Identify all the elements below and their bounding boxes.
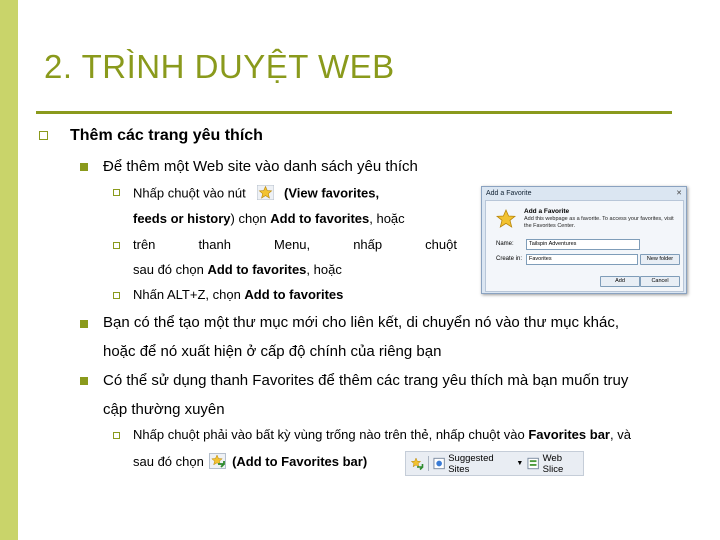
item-line: Nhấp chuột phải vào bất kỳ vùng trống nà… — [133, 427, 631, 442]
left-accent-bar — [0, 0, 18, 540]
item-bold-text: Add to favorites — [244, 287, 344, 302]
bullet-square-icon — [80, 377, 88, 385]
item-bold-text: Add to favorites — [207, 262, 307, 277]
item-word: Menu, — [274, 237, 311, 252]
name-input[interactable]: Tailspin Adventures — [526, 239, 640, 250]
bullet-hollow-icon — [113, 292, 120, 299]
item-text: Nhấp chuột vào nút — [133, 185, 246, 201]
add-to-favorites-bar-button[interactable] — [410, 456, 424, 471]
new-folder-button[interactable]: New folder — [640, 254, 680, 265]
item-line-2: sau đó chọn Add to favorites, hoặc — [133, 262, 342, 277]
sub-bullet-text: Bạn có thể tạo một thư mục mới cho liên … — [103, 314, 620, 331]
cancel-button[interactable]: Cancel — [640, 276, 680, 287]
add-favorite-dialog: Add a Favorite ✕ Add a Favorite Add this… — [481, 186, 687, 294]
favorites-star-icon[interactable] — [256, 184, 275, 203]
star-icon — [495, 208, 517, 234]
item-text: (View favorites, — [284, 185, 380, 201]
toolbar-divider — [428, 456, 429, 471]
item-word: chuột — [425, 237, 457, 252]
close-icon[interactable]: ✕ — [676, 189, 682, 197]
item-word: trên — [133, 237, 156, 252]
item-text: sau đó chọn — [133, 453, 204, 469]
item-line: Nhấp chuột vào nút (View favorites, — [133, 184, 380, 203]
bullet-heading: Thêm các trang yêu thích — [70, 127, 263, 144]
add-to-favorites-bar-icon[interactable] — [209, 453, 227, 472]
sub-bullet-text: cập thường xuyên — [103, 401, 225, 418]
dialog-description: Add this webpage as a favorite. To acces… — [524, 216, 674, 229]
bullet-hollow-icon — [113, 432, 120, 439]
sub-bullet-text: hoặc để nó xuất hiện ở cấp độ chính của … — [103, 343, 442, 360]
item-word: thanh — [198, 237, 231, 252]
item-text: , hoặc — [369, 211, 405, 226]
bullet-hollow-icon — [39, 131, 48, 140]
create-in-label: Create in: — [496, 256, 523, 262]
item-line-2: sau đó chọn (Add to Favorites bar) — [133, 453, 367, 472]
web-slice-label: Web Slice — [542, 452, 564, 475]
item-bold-text: Add to favorites — [270, 211, 370, 226]
name-label: Name: — [496, 241, 514, 247]
bullet-hollow-icon — [113, 242, 120, 249]
add-button[interactable]: Add — [600, 276, 640, 287]
item-line: trên thanh Menu, nhấp chuột — [133, 237, 457, 252]
item-text: , và — [610, 427, 631, 442]
page-title: 2. TRÌNH DUYỆT WEB — [44, 48, 395, 85]
item-bold-text: Favorites bar — [528, 427, 610, 442]
item-word: nhấp — [353, 237, 383, 252]
create-in-select[interactable]: Favorites — [526, 254, 638, 265]
title-divider — [36, 111, 672, 114]
item-text: Nhấn ALT+Z, chọn — [133, 287, 245, 302]
web-slice-button[interactable]: Web Slice — [527, 453, 583, 475]
item-text: ) chọn — [230, 211, 271, 226]
bullet-square-icon — [80, 320, 88, 328]
item-text: sau đó chọn — [133, 262, 208, 277]
dialog-title: Add a Favorite — [486, 190, 532, 197]
sub-bullet-text: Để thêm một Web site vào danh sách yêu t… — [103, 158, 418, 175]
item-line: Nhấn ALT+Z, chọn Add to favorites — [133, 287, 343, 302]
bullet-square-icon — [80, 163, 88, 171]
favorites-bar: Suggested Sites ▼ Web Slice — [405, 451, 584, 476]
item-line-2: feeds or history) chọn Add to favorites,… — [133, 211, 405, 226]
sub-bullet-text: Có thể sử dụng thanh Favorites để thêm c… — [103, 372, 629, 389]
ie-page-icon — [433, 457, 445, 470]
item-bold-text: (Add to Favorites bar) — [232, 453, 368, 469]
suggested-sites-label: Suggested Sites — [448, 452, 494, 475]
suggested-sites-button[interactable]: Suggested Sites ▼ — [433, 453, 523, 475]
item-text: Nhấp chuột phải vào bất kỳ vùng trống nà… — [133, 427, 529, 442]
dialog-body: Add a Favorite Add this webpage as a fav… — [485, 200, 684, 292]
chevron-down-icon: ▼ — [516, 460, 524, 467]
web-slice-icon — [527, 457, 540, 470]
item-text: , hoặc — [306, 262, 342, 277]
item-bold-text: feeds or history — [133, 211, 231, 226]
bullet-hollow-icon — [113, 189, 120, 196]
dialog-heading: Add a Favorite — [524, 208, 570, 215]
